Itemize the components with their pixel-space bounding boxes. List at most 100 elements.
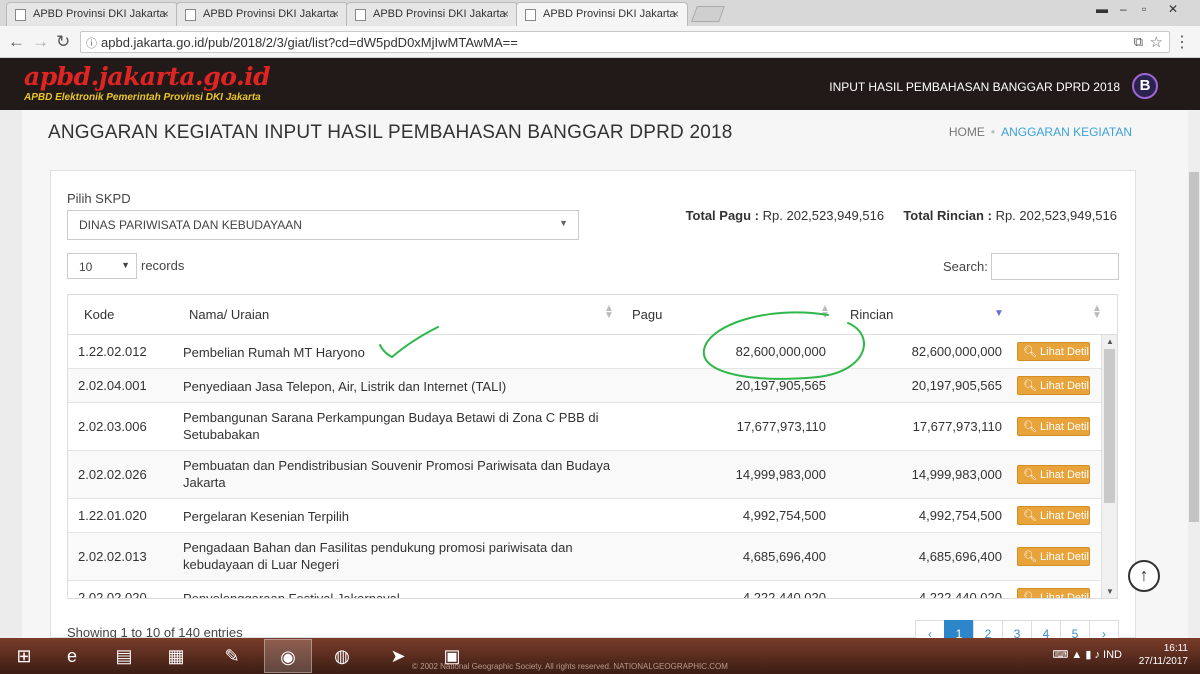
close-tab-icon[interactable]: × xyxy=(672,7,679,21)
cell-nama: Pembuatan dan Pendistribusian Souvenir P… xyxy=(183,458,611,490)
table-scrollbar[interactable]: ▲ ▼ xyxy=(1101,335,1117,598)
page-icon xyxy=(15,9,26,21)
close-tab-icon[interactable]: × xyxy=(502,7,509,21)
search-label: Search: xyxy=(943,259,988,274)
skpd-label: Pilih SKPD xyxy=(67,191,131,206)
table-row: 2.02.02.013 Pengadaan Bahan dan Fasilita… xyxy=(68,533,1102,581)
browser-tab-active[interactable]: APBD Provinsi DKI Jakarta × xyxy=(516,2,688,26)
address-bar[interactable]: ⓘ apbd.jakarta.go.id/pub/2018/2/3/giat/l… xyxy=(80,31,1170,53)
forward-icon[interactable]: → xyxy=(32,32,49,52)
view-detail-button[interactable]: 🔍︎ Lihat Detil xyxy=(1017,547,1090,566)
column-header-kode[interactable]: Kode xyxy=(84,307,114,322)
table-header: Kode Nama/ Uraian ▲ ▼ Pagu ▲ ▼ Rincian ▼ ▲… xyxy=(68,295,1117,335)
pen-app-icon[interactable]: ✎ xyxy=(208,639,256,673)
site-logo[interactable]: apbd.jakarta.go.id xyxy=(24,62,271,91)
browser-tabstrip: APBD Provinsi DKI Jakarta × APBD Provinsi… xyxy=(0,0,1200,26)
total-rincian-value: Rp. 202,523,949,516 xyxy=(995,208,1117,223)
sort-icon[interactable]: ▲ ▼ xyxy=(1092,304,1102,321)
windows-start-icon[interactable]: ⊞ xyxy=(0,639,48,673)
cell-nama: Penyelenggaraan Festival Jakarnaval xyxy=(183,590,623,598)
view-detail-button[interactable]: 🔍︎ Lihat Detil xyxy=(1017,506,1090,525)
tab-title: APBD Provinsi DKI Jakarta xyxy=(33,8,166,20)
back-icon[interactable]: ← xyxy=(8,32,25,52)
bookmark-star-icon[interactable]: ☆ xyxy=(1150,33,1163,51)
table-row: 2.02.03.006 Pembangunan Sarana Perkampun… xyxy=(68,403,1102,451)
translate-icon[interactable]: ⧉ xyxy=(1134,34,1143,50)
firefox-icon[interactable]: ◍ xyxy=(318,639,366,673)
close-window-icon[interactable]: ✕ xyxy=(1168,2,1178,16)
browser-tab[interactable]: APBD Provinsi DKI Jakarta × xyxy=(176,2,348,26)
cell-pagu: 14,999,983,000 xyxy=(735,467,826,482)
browser-tab[interactable]: APBD Provinsi DKI Jakarta × xyxy=(6,2,178,26)
column-header-rincian[interactable]: Rincian xyxy=(850,307,893,322)
view-detail-label: Lihat Detil xyxy=(1040,469,1089,481)
store-icon[interactable]: ▦ xyxy=(152,639,200,673)
taskbar: ⊞ e ▤ ▦ ✎ ◉ ◍ ➤ ▣ © 2002 National Geogra… xyxy=(0,638,1200,674)
page-title: ANGGARAN KEGIATAN INPUT HASIL PEMBAHASAN… xyxy=(48,122,733,143)
arrow-up-icon: ↑ xyxy=(1139,565,1149,585)
cell-rincian: 4,992,754,500 xyxy=(918,508,1002,523)
internet-explorer-icon[interactable]: e xyxy=(48,639,96,673)
skpd-select[interactable]: DINAS PARIWISATA DAN KEBUDAYAAN ▼ xyxy=(67,210,579,240)
total-rincian-label: Total Rincian : xyxy=(903,208,992,223)
close-tab-icon[interactable]: × xyxy=(162,7,169,21)
breadcrumb-separator: • xyxy=(990,125,996,139)
breadcrumb-home[interactable]: HOME xyxy=(949,125,985,139)
info-icon[interactable]: ⓘ xyxy=(86,35,97,51)
scroll-thumb[interactable] xyxy=(1104,349,1115,503)
browser-menu-icon[interactable]: ⋮ xyxy=(1174,32,1190,52)
search-input[interactable] xyxy=(991,253,1119,280)
chrome-icon[interactable]: ◉ xyxy=(264,639,312,673)
activity-panel: Pilih SKPD DINAS PARIWISATA DAN KEBUDAYA… xyxy=(50,170,1136,648)
cell-nama: Pembelian Rumah MT Haryono xyxy=(183,345,365,360)
user-icon[interactable]: ▬ xyxy=(1096,2,1108,16)
reload-icon[interactable]: ↻ xyxy=(56,32,70,52)
search-icon: 🔍︎ xyxy=(1023,346,1037,358)
sort-icon[interactable]: ▲ ▼ xyxy=(604,304,614,321)
sort-icon[interactable]: ▲ ▼ xyxy=(820,304,830,321)
cell-pagu: 82,600,000,000 xyxy=(735,344,826,359)
scroll-up-icon[interactable]: ▲ xyxy=(1106,337,1114,346)
search-icon: 🔍︎ xyxy=(1023,510,1037,522)
records-label: records xyxy=(141,258,185,273)
cell-rincian: 14,999,983,000 xyxy=(911,467,1002,482)
view-detail-button[interactable]: 🔍︎ Lihat Detil xyxy=(1017,417,1090,436)
tray-lang: IND xyxy=(1103,649,1122,661)
scroll-down-icon[interactable]: ▼ xyxy=(1106,587,1114,596)
view-detail-label: Lihat Detil xyxy=(1040,346,1089,358)
close-tab-icon[interactable]: × xyxy=(332,7,339,21)
browser-tab[interactable]: APBD Provinsi DKI Jakarta × xyxy=(346,2,518,26)
page-body: ANGGARAN KEGIATAN INPUT HASIL PEMBAHASAN… xyxy=(0,110,1200,648)
breadcrumb-current[interactable]: ANGGARAN KEGIATAN xyxy=(1001,125,1132,139)
system-tray[interactable]: ⌨ ▲ ▮ ♪ IND xyxy=(1052,648,1122,661)
back-to-top-button[interactable]: ↑ xyxy=(1128,560,1160,592)
clock[interactable]: 16:11 27/11/2017 xyxy=(1139,642,1188,668)
page-scroll-thumb[interactable] xyxy=(1189,172,1199,522)
cell-rincian: 82,600,000,000 xyxy=(911,344,1002,359)
phase-badge[interactable]: B xyxy=(1132,73,1158,99)
view-detail-button[interactable]: 🔍︎ Lihat Detil xyxy=(1017,342,1090,361)
view-detail-label: Lihat Detil xyxy=(1040,421,1089,433)
cell-pagu: 4,685,696,400 xyxy=(742,549,826,564)
page-scrollbar[interactable] xyxy=(1188,110,1200,638)
breadcrumb: HOME • ANGGARAN KEGIATAN xyxy=(949,125,1132,139)
maximize-icon[interactable]: ▫ xyxy=(1142,2,1146,16)
view-detail-button[interactable]: 🔍︎ Lihat Detil xyxy=(1017,376,1090,395)
records-per-page-select[interactable]: 10 ▼ xyxy=(67,253,137,279)
file-explorer-icon[interactable]: ▤ xyxy=(100,639,148,673)
column-header-pagu[interactable]: Pagu xyxy=(632,307,662,322)
view-detail-button[interactable]: 🔍︎ Lihat Detil xyxy=(1017,465,1090,484)
site-header: apbd.jakarta.go.id APBD Elektronik Pemer… xyxy=(0,58,1200,110)
view-detail-button[interactable]: 🔍︎ Lihat Detil xyxy=(1017,588,1090,598)
column-header-nama[interactable]: Nama/ Uraian xyxy=(189,307,269,322)
new-tab-button[interactable] xyxy=(691,6,725,22)
cell-pagu: 4,222,440,020 xyxy=(742,590,826,598)
minimize-icon[interactable]: – xyxy=(1120,2,1127,16)
skpd-selected-value: DINAS PARIWISATA DAN KEBUDAYAAN xyxy=(79,218,302,232)
cell-pagu: 4,992,754,500 xyxy=(742,508,826,523)
table-row: 2.02.02.026 Pembuatan dan Pendistribusia… xyxy=(68,451,1102,499)
view-detail-label: Lihat Detil xyxy=(1040,592,1089,598)
sort-desc-icon[interactable]: ▼ xyxy=(994,309,1004,319)
cell-kode: 2.02.03.006 xyxy=(78,419,147,434)
view-detail-label: Lihat Detil xyxy=(1040,510,1089,522)
